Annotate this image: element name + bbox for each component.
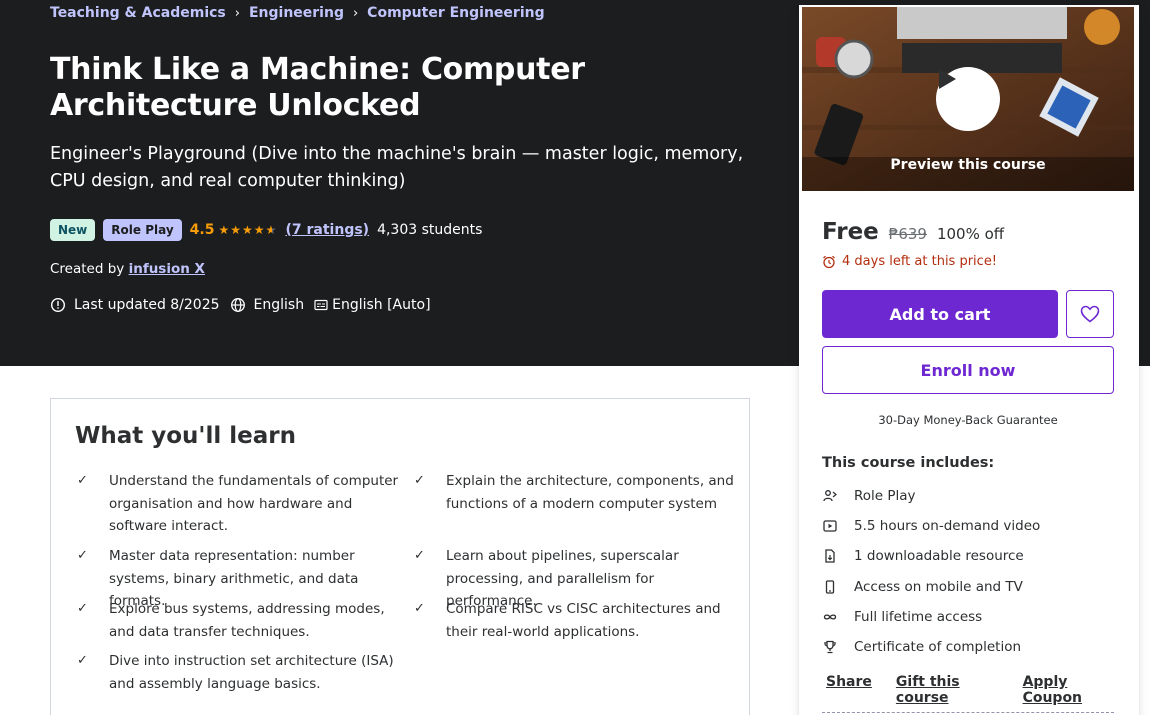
chevron-right-icon: › xyxy=(352,5,359,21)
add-to-cart-button[interactable]: Add to cart xyxy=(822,290,1058,338)
include-item: Role Play xyxy=(822,488,916,504)
include-item: Certificate of completion xyxy=(822,639,1021,655)
wishlist-button[interactable] xyxy=(1066,290,1114,338)
created-by-label: Created by xyxy=(50,261,125,277)
current-price: Free xyxy=(822,219,879,245)
include-item: Access on mobile and TV xyxy=(822,579,1023,595)
learn-item: ✓ Explain the architecture, components, … xyxy=(414,470,736,515)
students-count: 4,303 students xyxy=(377,222,483,238)
captions: English [Auto] xyxy=(314,297,431,313)
language-text: English xyxy=(253,297,305,313)
closed-captions-icon xyxy=(314,297,330,313)
ratings-link[interactable]: (7 ratings) xyxy=(286,222,370,238)
sidebar-links: Share Gift this course Apply Coupon xyxy=(826,674,1139,706)
breadcrumb-computer-engineering[interactable]: Computer Engineering xyxy=(367,5,544,21)
check-icon: ✓ xyxy=(414,473,425,488)
learn-item: ✓ Dive into instruction set architecture… xyxy=(77,650,399,695)
price-deadline: 4 days left at this price! xyxy=(822,254,997,269)
breadcrumb: Teaching & Academics › Engineering › Com… xyxy=(50,5,545,21)
star-rating-icon: ★★★★★★ xyxy=(218,223,276,237)
apply-coupon-link[interactable]: Apply Coupon xyxy=(1023,674,1115,706)
what-you-learn-box: What you'll learn ✓ Understand the funda… xyxy=(50,398,750,715)
language: English xyxy=(230,297,305,313)
alert-icon xyxy=(50,297,66,313)
course-title: Think Like a Machine: Computer Architect… xyxy=(50,52,585,123)
file-download-icon xyxy=(822,548,838,564)
created-by: Created by infusion X xyxy=(50,261,205,277)
gift-course-link[interactable]: Gift this course xyxy=(896,674,999,706)
author-link[interactable]: infusion X xyxy=(129,261,205,277)
alarm-clock-icon xyxy=(822,255,836,269)
money-back-guarantee: 30-Day Money-Back Guarantee xyxy=(878,413,1058,427)
include-item: 1 downloadable resource xyxy=(822,548,1024,564)
rating-value: 4.5 xyxy=(189,222,215,238)
role-play-badge: Role Play xyxy=(103,219,182,241)
video-icon xyxy=(822,518,838,534)
purchase-sidebar: Preview this course Free ₱639 100% off 4… xyxy=(799,5,1139,715)
captions-text: English [Auto] xyxy=(332,297,431,313)
infinity-icon xyxy=(822,609,838,625)
deadline-text: 4 days left at this price! xyxy=(842,254,998,269)
chevron-right-icon: › xyxy=(234,5,240,21)
price-row: Free ₱639 100% off xyxy=(822,219,1004,245)
preview-label: Preview this course xyxy=(890,157,1046,173)
include-item: 5.5 hours on-demand video xyxy=(822,518,1040,534)
include-item: Full lifetime access xyxy=(822,609,982,625)
course-info: Last updated 8/2025 English English [Aut… xyxy=(50,297,441,313)
new-badge: New xyxy=(50,219,96,241)
what-you-learn-title: What you'll learn xyxy=(75,423,296,449)
learn-item: ✓ Understand the fundamentals of compute… xyxy=(77,470,399,538)
heart-icon xyxy=(1080,305,1100,323)
enroll-now-button[interactable]: Enroll now xyxy=(822,346,1114,394)
check-icon: ✓ xyxy=(77,601,88,616)
play-button[interactable] xyxy=(936,67,1000,131)
check-icon: ✓ xyxy=(77,473,88,488)
course-subtitle: Engineer's Playground (Dive into the mac… xyxy=(50,144,744,191)
discount-percent: 100% off xyxy=(936,225,1005,243)
share-link[interactable]: Share xyxy=(826,674,872,706)
learn-item: ✓ Compare RISC vs CISC architectures and… xyxy=(414,598,736,643)
last-updated-text: Last updated 8/2025 xyxy=(74,297,220,313)
globe-icon xyxy=(230,297,246,313)
includes-title: This course includes: xyxy=(822,455,995,471)
play-icon xyxy=(939,69,956,89)
check-icon: ✓ xyxy=(77,653,88,668)
check-icon: ✓ xyxy=(414,601,425,616)
course-meta: New Role Play 4.5 ★★★★★★ (7 ratings) 4,3… xyxy=(50,219,482,241)
course-preview[interactable]: Preview this course xyxy=(802,7,1134,191)
breadcrumb-teaching-academics[interactable]: Teaching & Academics xyxy=(50,5,226,21)
original-price: ₱639 xyxy=(888,225,927,243)
trophy-icon xyxy=(822,639,838,655)
role-play-icon xyxy=(822,488,838,504)
mobile-icon xyxy=(822,579,838,595)
last-updated: Last updated 8/2025 xyxy=(50,297,220,313)
learn-item: ✓ Explore bus systems, addressing modes,… xyxy=(77,598,399,643)
breadcrumb-engineering[interactable]: Engineering xyxy=(249,5,344,21)
